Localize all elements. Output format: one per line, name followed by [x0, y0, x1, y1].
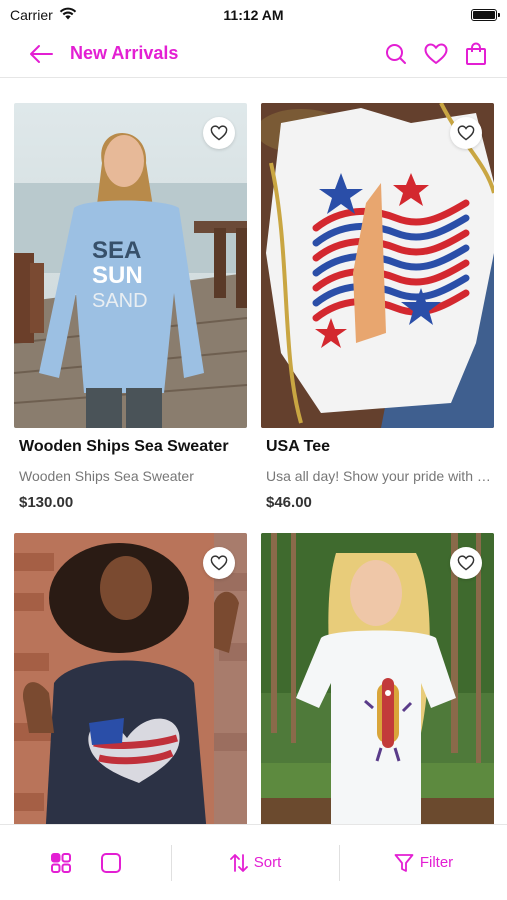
favorite-button[interactable] [450, 117, 482, 149]
carrier-label: Carrier [10, 7, 53, 23]
bottom-toolbar: Sort Filter [0, 824, 507, 900]
svg-text:SAND: SAND [92, 290, 148, 312]
wifi-icon [59, 7, 77, 23]
grid-icon [50, 852, 71, 873]
heart-outline-icon [210, 555, 228, 571]
product-image[interactable] [261, 533, 494, 858]
heart-outline-icon [210, 125, 228, 141]
status-time: 11:12 AM [223, 7, 284, 23]
back-button[interactable] [28, 41, 54, 67]
product-description: Usa all day! Show your pride with this t… [266, 468, 494, 484]
wishlist-button[interactable] [423, 41, 449, 67]
sort-button[interactable]: Sort [172, 844, 340, 881]
nav-bar: New Arrivals [0, 30, 507, 78]
shopping-bag-icon [466, 42, 486, 65]
single-view-button[interactable] [98, 850, 124, 876]
product-price: $46.00 [266, 494, 312, 511]
heart-top-photo [14, 533, 247, 858]
product-card[interactable] [261, 533, 494, 868]
view-toggle [0, 844, 172, 881]
square-icon [100, 852, 121, 873]
product-description: Wooden Ships Sea Sweater [19, 468, 194, 484]
svg-text:SUN: SUN [92, 262, 143, 289]
cart-button[interactable] [463, 41, 489, 67]
heart-icon [424, 43, 448, 64]
favorite-button[interactable] [450, 547, 482, 579]
filter-button[interactable]: Filter [340, 853, 507, 873]
product-price: $130.00 [19, 494, 74, 511]
grid-view-button[interactable] [48, 850, 74, 876]
battery-icon [471, 9, 500, 21]
product-image[interactable] [14, 533, 247, 858]
tee-photo [261, 103, 494, 428]
product-image[interactable]: SEA SUN SAND [14, 103, 247, 428]
hotdog-tee-photo [261, 533, 494, 858]
favorite-button[interactable] [203, 117, 235, 149]
product-grid: SEA SUN SAND Wooden Ships Sea Sweater Wo… [14, 103, 494, 868]
product-name[interactable]: Wooden Ships Sea Sweater [14, 438, 247, 456]
product-card[interactable]: USA Tee Usa all day! Show your pride wit… [261, 103, 494, 511]
product-card[interactable] [14, 533, 247, 868]
search-button[interactable] [383, 41, 409, 67]
product-card[interactable]: SEA SUN SAND Wooden Ships Sea Sweater Wo… [14, 103, 247, 511]
favorite-button[interactable] [203, 547, 235, 579]
product-name[interactable]: USA Tee [261, 438, 494, 456]
search-icon [386, 43, 406, 64]
filter-label: Filter [419, 854, 454, 871]
heart-outline-icon [457, 125, 475, 141]
status-left: Carrier [10, 7, 77, 23]
sort-icon [229, 853, 248, 872]
sort-label: Sort [253, 854, 282, 871]
filter-icon [394, 853, 414, 872]
sweater-photo: SEA SUN SAND [14, 103, 247, 428]
battery-level [473, 11, 495, 19]
heart-outline-icon [457, 555, 475, 571]
arrow-left-icon [30, 44, 53, 63]
page-title: New Arrivals [70, 43, 179, 63]
svg-text:SEA: SEA [92, 237, 141, 264]
product-image[interactable] [261, 103, 494, 428]
nav-actions [383, 41, 489, 67]
status-bar: Carrier 11:12 AM [0, 0, 507, 30]
